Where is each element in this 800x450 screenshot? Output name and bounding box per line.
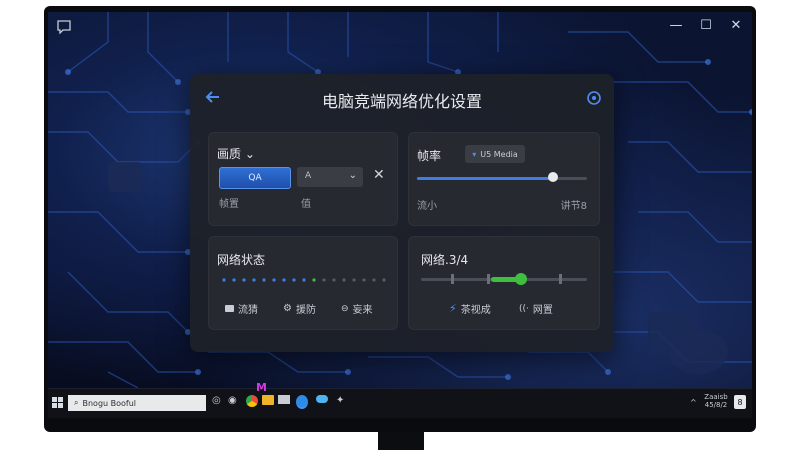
status-item-1[interactable]: 流猜 — [225, 301, 258, 316]
link-icon: ⊖ — [341, 303, 349, 314]
network-tick-3 — [559, 274, 562, 284]
notification-count: 8 — [737, 397, 743, 407]
status-item-3[interactable]: ⊖ 妄来 — [341, 301, 373, 317]
quality-preset-label: QA — [248, 173, 262, 183]
status-item-3-label: 妄来 — [352, 305, 373, 316]
quality-preset-button[interactable]: QA — [219, 167, 291, 189]
tray-arrow-icon[interactable]: ^ — [690, 398, 697, 407]
maximize-button[interactable]: ☐ — [692, 14, 720, 36]
app-icon-star[interactable]: ✦ — [336, 395, 344, 406]
framerate-mode-value: U5 Media — [480, 149, 518, 159]
network-status-label: 网络状态 — [217, 253, 266, 267]
network-item-2-label: 网置 — [532, 305, 553, 316]
network-status-card: 网络状态 流猜 ⚙ 援防 ⊖ 妄来 — [208, 236, 398, 330]
chevron-down-icon: ⌄ — [244, 147, 255, 161]
network-card: 网络.3/4 ⚡ 茶视成 ((· 网置 — [408, 236, 600, 330]
framerate-mode-dropdown[interactable]: ▾ U5 Media — [465, 145, 525, 163]
app-icon-cloud[interactable] — [316, 395, 328, 403]
framerate-label: 帧率 — [417, 149, 442, 163]
status-item-2[interactable]: ⚙ 援防 — [283, 301, 316, 316]
settings-gear-icon[interactable] — [586, 90, 602, 106]
network-label: 网络.3/4 — [421, 253, 469, 267]
framerate-slider-fill — [417, 177, 553, 180]
network-item-1[interactable]: ⚡ 茶视成 — [449, 301, 491, 316]
network-status-indicator — [222, 278, 386, 282]
quality-select[interactable]: A ⌄ — [297, 167, 363, 187]
clear-icon[interactable]: ✕ — [373, 167, 385, 183]
status-item-1-label: 流猜 — [238, 305, 258, 316]
minimize-button[interactable]: — — [662, 14, 690, 36]
taskbar: ⌕ Bnogu Booful ◎ ◉ M ✦ ^ Zaaisb 45/8/2 8 — [48, 381, 752, 418]
mail-icon[interactable] — [278, 395, 290, 404]
quality-label[interactable]: 画质 ⌄ — [217, 145, 255, 162]
signal-icon: ((· — [519, 303, 529, 314]
tray-time: Zaaisb — [704, 393, 728, 401]
quality-sub-left: 帧置 — [219, 199, 239, 210]
app-icon-blue[interactable] — [296, 395, 308, 409]
app-logo-icon: M — [256, 381, 267, 394]
app-icon — [57, 20, 71, 34]
tray-date: 45/8/2 — [704, 401, 728, 409]
chevron-down-icon: ⌄ — [348, 170, 357, 181]
desktop-screen: — ☐ ✕ 电脑竞端网络优化设置 画质 ⌄ QA A ⌄ ✕ 帧置 值 帧率 ▾… — [48, 12, 752, 418]
network-item-2[interactable]: ((· 网置 — [519, 301, 553, 317]
start-button[interactable] — [52, 397, 64, 409]
close-window-button[interactable]: ✕ — [722, 14, 750, 36]
network-item-1-label: 茶视成 — [460, 305, 491, 316]
quality-sub-right: 值 — [301, 199, 311, 210]
panel-title: 电脑竞端网络优化设置 — [321, 92, 482, 111]
task-view-icon[interactable]: ◎ — [212, 395, 221, 406]
settings-panel: 电脑竞端网络优化设置 画质 ⌄ QA A ⌄ ✕ 帧置 值 帧率 ▾ U5 Me… — [190, 74, 614, 352]
windows-logo-icon — [52, 397, 63, 408]
browser-icon[interactable] — [246, 395, 258, 407]
framerate-max-label: 讲节8 — [560, 201, 587, 212]
monitor-stand — [378, 432, 424, 450]
framerate-card: 帧率 ▾ U5 Media 流小 讲节8 — [408, 132, 600, 226]
search-icon: ⌕ — [74, 398, 79, 407]
notification-badge[interactable]: 8 — [734, 395, 746, 409]
taskbar-search-text: Bnogu Booful — [82, 398, 137, 408]
quality-card: 画质 ⌄ QA A ⌄ ✕ 帧置 值 — [208, 132, 398, 226]
network-slider-thumb[interactable] — [514, 273, 527, 285]
file-explorer-icon[interactable] — [262, 395, 274, 405]
gear-icon: ⚙ — [283, 303, 292, 314]
widget-icon[interactable]: ◉ — [228, 395, 237, 406]
quality-select-value: A — [305, 171, 312, 181]
lightning-icon: ⚡ — [449, 302, 457, 315]
tray-clock[interactable]: Zaaisb 45/8/2 — [700, 393, 732, 409]
network-tick-2 — [487, 274, 490, 284]
caret-down-icon: ▾ — [472, 149, 477, 159]
framerate-min-label: 流小 — [417, 201, 437, 212]
network-tick-1 — [451, 274, 454, 284]
taskbar-search-box[interactable]: ⌕ Bnogu Booful — [68, 395, 206, 411]
folder-icon — [225, 305, 234, 312]
status-item-2-label: 援防 — [295, 305, 316, 316]
framerate-slider-thumb[interactable] — [548, 172, 558, 182]
